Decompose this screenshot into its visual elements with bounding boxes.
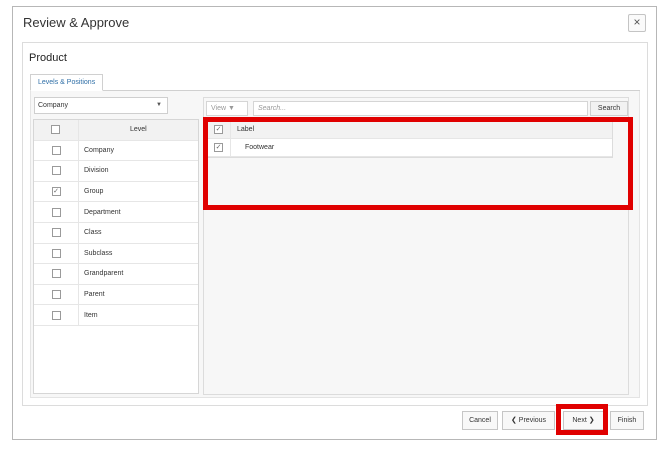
level-checkbox[interactable] — [51, 207, 61, 217]
label-panel: View ▼ Search... Search ✓ Label ✓ Footwea… — [203, 97, 629, 395]
level-checkbox[interactable] — [51, 145, 61, 155]
tab-content: Company ▼ Level Company Division ✓ Group Dep… — [30, 91, 640, 398]
review-approve-dialog: Review & Approve × Product Levels & Posi… — [12, 6, 657, 440]
search-input[interactable]: Search... — [253, 101, 588, 116]
label-select-all-checkbox[interactable]: ✓ — [214, 125, 223, 134]
chevron-right-icon: ❯ — [588, 417, 595, 424]
level-checkbox[interactable] — [51, 228, 61, 238]
label-value: Footwear — [245, 144, 275, 151]
dialog-title: Review & Approve — [23, 15, 130, 30]
level-checkbox[interactable] — [51, 290, 61, 300]
level-row[interactable]: Company — [34, 140, 198, 162]
panel-title: Product — [29, 52, 67, 64]
label-grid-header: ✓ Label — [207, 121, 612, 139]
level-row[interactable]: Item — [34, 305, 198, 326]
level-label: Class — [84, 229, 102, 237]
level-label: Division — [84, 167, 109, 175]
label-row[interactable]: ✓ Footwear — [207, 139, 612, 157]
level-label: Item — [84, 311, 98, 319]
product-panel: Product Levels & Positions Company ▼ Lev… — [22, 42, 648, 406]
level-grid: Level Company Division ✓ Group Department Cla… — [33, 119, 199, 394]
level-column-header: Level — [130, 126, 147, 134]
finish-button[interactable]: Finish — [610, 411, 644, 430]
level-row[interactable]: ✓ Group — [34, 181, 198, 203]
level-grid-header: Level — [34, 120, 198, 141]
level-label: Department — [84, 208, 121, 216]
next-label: Next — [572, 417, 587, 424]
level-select-value: Company — [38, 102, 68, 109]
previous-button[interactable]: ❮ Previous — [502, 411, 555, 430]
level-label: Group — [84, 188, 104, 196]
level-row[interactable]: Grandparent — [34, 264, 198, 285]
chevron-left-icon: ❮ — [510, 417, 517, 424]
level-row[interactable]: Department — [34, 202, 198, 223]
level-label: Grandparent — [84, 270, 124, 278]
level-label: Company — [84, 146, 114, 154]
cancel-button[interactable]: Cancel — [462, 411, 498, 430]
level-row[interactable]: Parent — [34, 284, 198, 306]
close-icon: × — [633, 15, 641, 29]
level-checkbox[interactable] — [51, 166, 61, 176]
level-label: Parent — [84, 291, 105, 299]
label-checkbox[interactable]: ✓ — [214, 143, 223, 152]
chevron-down-icon: ▼ — [156, 102, 162, 108]
level-row[interactable]: Subclass — [34, 243, 198, 265]
search-button[interactable]: Search — [590, 101, 628, 116]
level-label: Subclass — [84, 249, 113, 257]
close-button[interactable]: × — [628, 14, 646, 32]
next-button[interactable]: Next ❯ — [563, 411, 604, 430]
view-menu-button[interactable]: View ▼ — [206, 101, 248, 116]
previous-label: Previous — [518, 417, 547, 424]
level-checkbox[interactable]: ✓ — [51, 187, 61, 197]
level-row[interactable]: Class — [34, 222, 198, 244]
label-grid: ✓ Label ✓ Footwear — [206, 120, 613, 158]
tab-levels-positions[interactable]: Levels & Positions — [30, 74, 104, 91]
level-checkbox[interactable] — [51, 310, 61, 320]
level-checkbox[interactable] — [51, 269, 61, 279]
select-all-checkbox[interactable] — [51, 125, 61, 135]
label-column-header: Label — [237, 126, 255, 133]
level-select[interactable]: Company ▼ — [34, 97, 168, 114]
level-row[interactable]: Division — [34, 161, 198, 182]
level-checkbox[interactable] — [51, 248, 61, 258]
